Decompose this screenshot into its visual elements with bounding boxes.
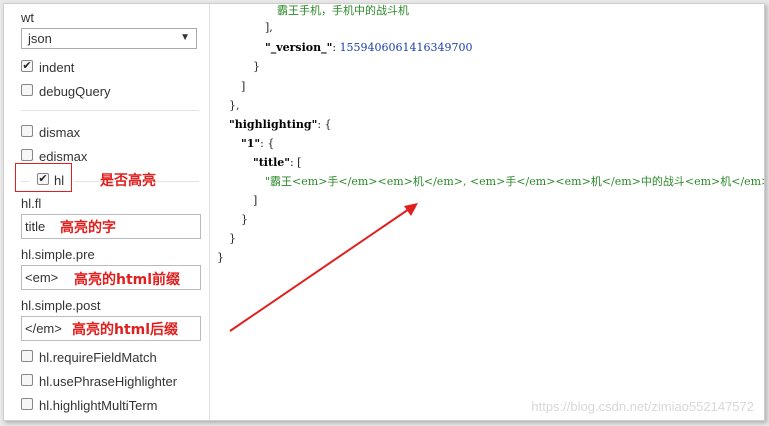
arrow-line — [229, 206, 413, 332]
watermark: https://blog.csdn.net/zimiao552147572 — [531, 399, 754, 414]
arrow-head-icon — [404, 203, 418, 216]
window-frame: wt json ▼ ✔ indent debugQuery dismax edi… — [3, 3, 765, 421]
annotation-arrow — [229, 203, 418, 332]
